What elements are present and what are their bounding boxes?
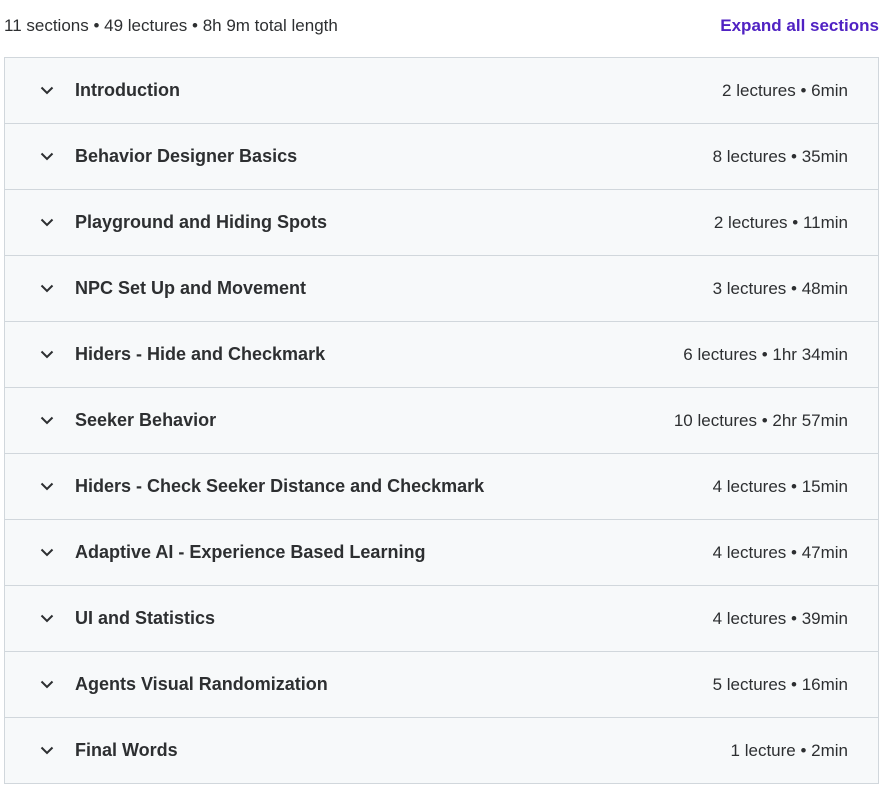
chevron-down-icon: [39, 413, 55, 429]
chevron-down-icon: [39, 149, 55, 165]
section-title: UI and Statistics: [75, 608, 216, 628]
section-title: Agents Visual Randomization: [75, 674, 328, 694]
section-meta: 4 lectures • 15min: [712, 476, 848, 496]
section-panel-behavior-designer-basics[interactable]: Behavior Designer Basics 8 lectures • 35…: [5, 124, 878, 190]
section-title: Seeker Behavior: [75, 410, 217, 430]
section-panel-introduction[interactable]: Introduction 2 lectures • 6min: [5, 58, 878, 124]
section-meta: 4 lectures • 47min: [712, 542, 848, 562]
section-meta: 1 lecture • 2min: [730, 740, 848, 760]
chevron-down-icon: [39, 479, 55, 495]
section-panel-ui-and-statistics[interactable]: UI and Statistics 4 lectures • 39min: [5, 586, 878, 652]
section-panel-seeker-behavior[interactable]: Seeker Behavior 10 lectures • 2hr 57min: [5, 388, 878, 454]
chevron-down-icon: [39, 281, 55, 297]
section-panel-hiders-check-seeker-distance[interactable]: Hiders - Check Seeker Distance and Check…: [5, 454, 878, 520]
expand-all-sections-button[interactable]: Expand all sections: [720, 16, 879, 36]
chevron-down-icon: [39, 611, 55, 627]
section-panel-final-words[interactable]: Final Words 1 lecture • 2min: [5, 718, 878, 783]
section-panel-playground-and-hiding-spots[interactable]: Playground and Hiding Spots 2 lectures •…: [5, 190, 878, 256]
section-meta: 4 lectures • 39min: [712, 608, 848, 628]
curriculum-summary: 11 sections • 49 lectures • 8h 9m total …: [4, 15, 338, 35]
section-title: Hiders - Check Seeker Distance and Check…: [75, 476, 485, 496]
section-title: Hiders - Hide and Checkmark: [75, 344, 326, 364]
section-title: Adaptive AI - Experience Based Learning: [75, 542, 426, 562]
section-panel-adaptive-ai[interactable]: Adaptive AI - Experience Based Learning …: [5, 520, 878, 586]
section-panel-agents-visual-randomization[interactable]: Agents Visual Randomization 5 lectures •…: [5, 652, 878, 718]
section-title: Introduction: [75, 80, 180, 100]
section-meta: 6 lectures • 1hr 34min: [683, 344, 848, 364]
section-panel-hiders-hide-and-checkmark[interactable]: Hiders - Hide and Checkmark 6 lectures •…: [5, 322, 878, 388]
section-meta: 2 lectures • 6min: [722, 80, 848, 100]
section-title: Behavior Designer Basics: [75, 146, 298, 166]
section-meta: 8 lectures • 35min: [712, 146, 848, 166]
chevron-down-icon: [39, 347, 55, 363]
section-meta: 3 lectures • 48min: [712, 278, 848, 298]
curriculum-header: 11 sections • 49 lectures • 8h 9m total …: [0, 0, 883, 57]
chevron-down-icon: [39, 677, 55, 693]
section-meta: 10 lectures • 2hr 57min: [673, 410, 848, 430]
chevron-down-icon: [39, 215, 55, 231]
section-panel-npc-set-up-and-movement[interactable]: NPC Set Up and Movement 3 lectures • 48m…: [5, 256, 878, 322]
chevron-down-icon: [39, 83, 55, 99]
section-title: NPC Set Up and Movement: [75, 278, 307, 298]
chevron-down-icon: [39, 545, 55, 561]
chevron-down-icon: [39, 743, 55, 759]
section-title: Final Words: [75, 740, 178, 760]
section-meta: 2 lectures • 11min: [713, 212, 848, 232]
curriculum-sections-list: Introduction 2 lectures • 6min Behavior …: [4, 57, 879, 784]
section-meta: 5 lectures • 16min: [712, 674, 848, 694]
section-title: Playground and Hiding Spots: [75, 212, 327, 232]
